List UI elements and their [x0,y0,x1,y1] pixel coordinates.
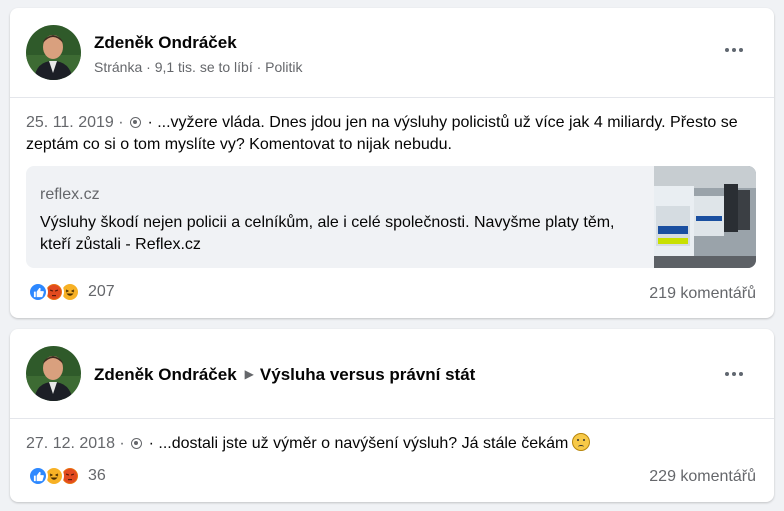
post-date[interactable]: 25. 11. 2019 · [26,114,128,131]
post-body: · ...dostali jste už výměr o navýšení vý… [144,435,569,452]
author-name[interactable]: Zdeněk Ondráček [94,33,237,53]
like-icon [28,282,48,302]
comments-count[interactable]: 219 komentářů [649,285,756,303]
post-card: Zdeněk Ondráček Stránka · 9,1 tis. se to… [10,8,774,318]
more-options-icon[interactable] [722,362,746,386]
comments-count[interactable]: 229 komentářů [649,468,756,486]
post-card: Zdeněk Ondráček ▶ Výsluha versus právní st… [10,329,774,502]
sad-face-icon [572,433,591,451]
more-options-icon[interactable] [722,38,746,62]
post-text: 25. 11. 2019 · · ...vyžere vláda. Dnes j… [26,112,761,156]
link-title: Výsluhy škodí nejen policii a celníkům, … [40,214,615,253]
post-header: Zdeněk Ondráček ▶ Výsluha versus právní st… [10,329,774,419]
reaction-count: 36 [88,467,106,484]
post-header: Zdeněk Ondráček Stránka · 9,1 tis. se to… [10,8,774,98]
link-preview[interactable]: reflex.cz Výsluhy škodí nejen policii a … [26,166,756,268]
author-link[interactable]: Zdeněk Ondráček [94,365,237,384]
group-link[interactable]: Výsluha versus právní stát [260,365,475,384]
link-domain: reflex.cz [40,186,100,203]
page-meta: Stránka · 9,1 tis. se to líbí · Politik [94,59,303,75]
reactions-summary[interactable]: 207 [28,282,115,302]
avatar[interactable] [26,25,81,80]
globe-icon [130,117,141,128]
author-name: Zdeněk Ondráček ▶ Výsluha versus právní st… [94,365,475,385]
like-icon [28,466,48,486]
caret-right-icon: ▶ [244,367,254,381]
post-text: 27. 12. 2018 · · ...dostali jste už výmě… [26,433,761,455]
post-date[interactable]: 27. 12. 2018 · [26,435,129,452]
avatar[interactable] [26,346,81,401]
reaction-count: 207 [88,283,115,300]
globe-icon [131,438,143,449]
link-thumbnail [654,166,756,268]
reactions-summary[interactable]: 36 [28,466,106,486]
